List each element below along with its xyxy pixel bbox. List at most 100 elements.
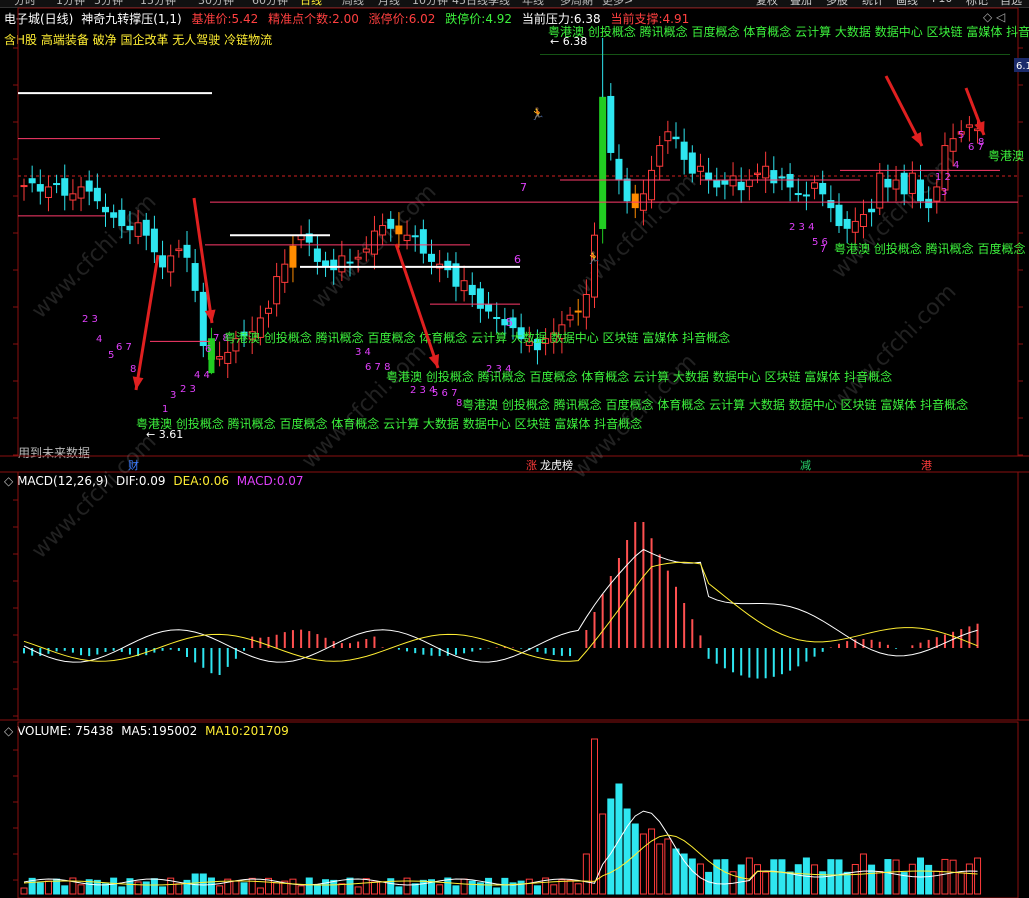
volume-bar xyxy=(150,878,158,895)
volume-bar xyxy=(525,878,533,895)
volume-bar xyxy=(827,859,835,895)
candle-body xyxy=(93,187,101,202)
candle-body xyxy=(892,179,900,190)
volume-bar xyxy=(493,887,501,895)
volume-bar xyxy=(216,885,224,895)
volume-bar xyxy=(876,871,884,895)
nine-turn-count: 8 xyxy=(978,137,984,148)
candle-body xyxy=(468,284,476,296)
volume-bar xyxy=(436,884,444,895)
volume-bar xyxy=(599,813,607,895)
volume-bar xyxy=(623,808,631,895)
concept-tag: 粤港澳 xyxy=(988,148,1024,163)
candle-body xyxy=(623,178,631,202)
macd-panel-frame xyxy=(17,471,1019,721)
candle-body xyxy=(102,206,109,213)
volume-bar xyxy=(835,859,843,895)
volume-bar xyxy=(346,877,354,895)
event-marker: 涨 xyxy=(526,459,537,472)
annotation-arrow-head xyxy=(132,376,144,390)
candle-body xyxy=(917,179,924,202)
level-marker: 7 xyxy=(520,181,527,194)
event-marker: 港 xyxy=(921,459,932,472)
concept-tag: 粤港澳 创投概念 腾讯概念 百度概念 体育概念 云计算 大数据 数据中心 区块链… xyxy=(548,24,1029,39)
volume-bar xyxy=(501,877,509,895)
nine-turn-count: 4 xyxy=(953,160,959,171)
nine-turn-count: 3 xyxy=(941,187,947,198)
candle-body xyxy=(656,145,664,167)
volume-bar xyxy=(273,882,281,895)
runner-icon: 🏃 xyxy=(586,251,601,265)
candle-body xyxy=(843,218,851,229)
volume-bar xyxy=(884,859,892,895)
candle-body xyxy=(770,170,778,184)
candle-body xyxy=(134,222,142,237)
candle-body xyxy=(428,253,435,262)
candle-body xyxy=(126,225,134,231)
candle-body xyxy=(949,138,957,152)
volume-bar xyxy=(77,884,85,895)
candle-body xyxy=(941,145,949,191)
candle-body xyxy=(835,204,843,227)
candle-body xyxy=(778,176,786,179)
annotation-arrow-head xyxy=(974,121,985,135)
volume-bar xyxy=(917,857,924,895)
candle-body xyxy=(77,186,85,199)
nine-turn-count: 7 xyxy=(820,244,826,255)
candle-body xyxy=(566,314,574,321)
candle-body xyxy=(884,178,892,188)
candle-body xyxy=(53,183,61,186)
volume-bar xyxy=(566,879,574,895)
volume-bar xyxy=(256,887,264,895)
nine-turn-count: 6 xyxy=(205,344,211,355)
volume-bar xyxy=(688,858,696,895)
volume-bar xyxy=(370,881,378,895)
candle-body xyxy=(142,219,150,236)
volume-bar xyxy=(142,881,150,895)
candle-body xyxy=(680,141,688,160)
candle-body xyxy=(346,261,354,264)
volume-bar xyxy=(949,859,957,895)
volume-bar xyxy=(957,872,965,895)
watermark: www.cfchi.com xyxy=(27,429,161,563)
volume-bar xyxy=(705,871,713,895)
nine-turn-count: 3 xyxy=(170,390,176,401)
volume-bar xyxy=(843,871,851,895)
candle-body xyxy=(859,214,867,227)
volume-bar xyxy=(737,864,745,895)
volume-bar xyxy=(745,857,753,895)
volume-bar xyxy=(574,883,582,895)
volume-bar xyxy=(974,857,982,895)
volume-bar xyxy=(811,864,819,895)
candle-body xyxy=(85,180,93,192)
candle-body xyxy=(395,225,403,235)
candle-body xyxy=(582,294,590,318)
volume-bar xyxy=(199,873,207,895)
volume-bar xyxy=(175,883,183,895)
volume-bar xyxy=(452,885,460,895)
volume-bar xyxy=(159,886,167,895)
volume-bar xyxy=(965,863,973,895)
nine-turn-count: 5 xyxy=(958,130,964,141)
candle-body xyxy=(36,184,44,192)
candle-body xyxy=(191,263,199,291)
candle-body xyxy=(265,307,272,314)
level-marker: 5 xyxy=(506,316,513,329)
candle-body xyxy=(354,256,362,260)
candle-body xyxy=(403,234,411,242)
watermark: www.cfchi.com xyxy=(827,279,961,413)
dea-line xyxy=(23,561,978,662)
volume-bar xyxy=(591,738,598,895)
candle-body xyxy=(591,234,598,298)
candle-body xyxy=(281,263,289,283)
concept-tag: 粤港澳 创投概念 腾讯概念 百度概念 体育概念 云计算 大数据 数据中心 区块链… xyxy=(386,369,892,384)
candle-body xyxy=(370,230,378,255)
volume-bar xyxy=(354,886,362,895)
candle-body xyxy=(362,248,370,253)
volume-bar xyxy=(248,877,256,895)
nine-turn-count: 2 3 4 xyxy=(789,222,814,233)
volume-bar xyxy=(582,853,590,895)
candle-body xyxy=(313,248,321,262)
volume-bar xyxy=(305,877,313,895)
kline-chart[interactable]: www.cfchi.com www.cfchi.com www.cfchi.com w… xyxy=(0,0,1029,898)
